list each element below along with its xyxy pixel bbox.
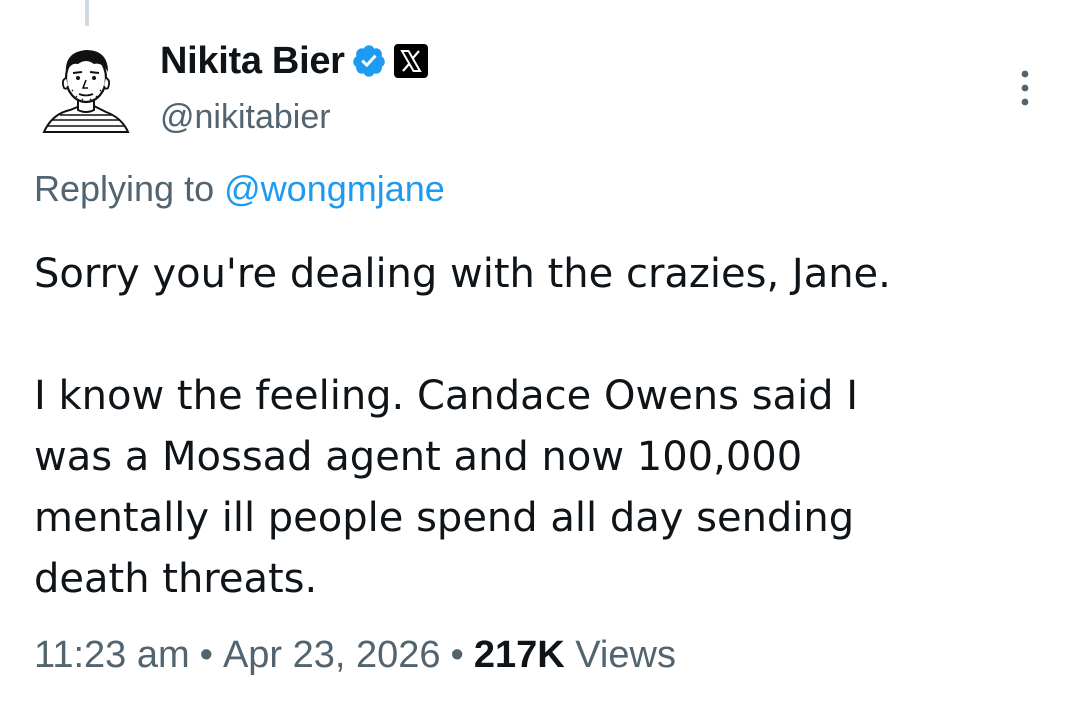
tweet-meta: 11:23 am • Apr 23, 2026 • 217K Views <box>34 634 676 677</box>
tweet-line: mentally ill people spend all day sendin… <box>34 495 855 541</box>
thread-connector-line <box>85 0 89 26</box>
verified-badge-icon[interactable] <box>351 43 387 79</box>
tweet-paragraph: Sorry you're dealing with the crazies, J… <box>34 251 891 297</box>
tweet-text: Sorry you're dealing with the crazies, J… <box>34 244 1044 610</box>
replying-to-label: Replying to <box>34 168 215 209</box>
author-handle[interactable]: @nikitabier <box>160 98 429 137</box>
views-count[interactable]: 217K <box>474 634 565 676</box>
meta-separator: • <box>199 634 213 676</box>
reply-mention-link[interactable]: @wongmjane <box>224 168 445 209</box>
tweet-line: I know the feeling. Candace Owens said I <box>34 373 859 419</box>
more-options-icon[interactable] <box>1014 68 1036 112</box>
x-logo-icon[interactable] <box>393 43 429 79</box>
author-avatar[interactable] <box>36 40 136 140</box>
tweet-paragraph: I know the feeling. Candace Owens said I… <box>34 366 1044 610</box>
tweet-detail: Nikita Bier @nikitabier Replying to @won… <box>0 0 1080 709</box>
tweet-line: death threats. <box>34 556 318 602</box>
meta-separator: • <box>450 634 464 676</box>
tweet-header: Nikita Bier @nikitabier <box>160 34 429 137</box>
name-row: Nikita Bier <box>160 34 429 88</box>
views-label: Views <box>575 634 676 676</box>
tweet-line: was a Mossad agent and now 100,000 <box>34 434 803 480</box>
tweet-date[interactable]: Apr 23, 2026 <box>223 634 441 676</box>
author-display-name[interactable]: Nikita Bier <box>160 40 345 83</box>
tweet-time[interactable]: 11:23 am <box>34 634 190 676</box>
reply-context: Replying to @wongmjane <box>34 168 445 210</box>
